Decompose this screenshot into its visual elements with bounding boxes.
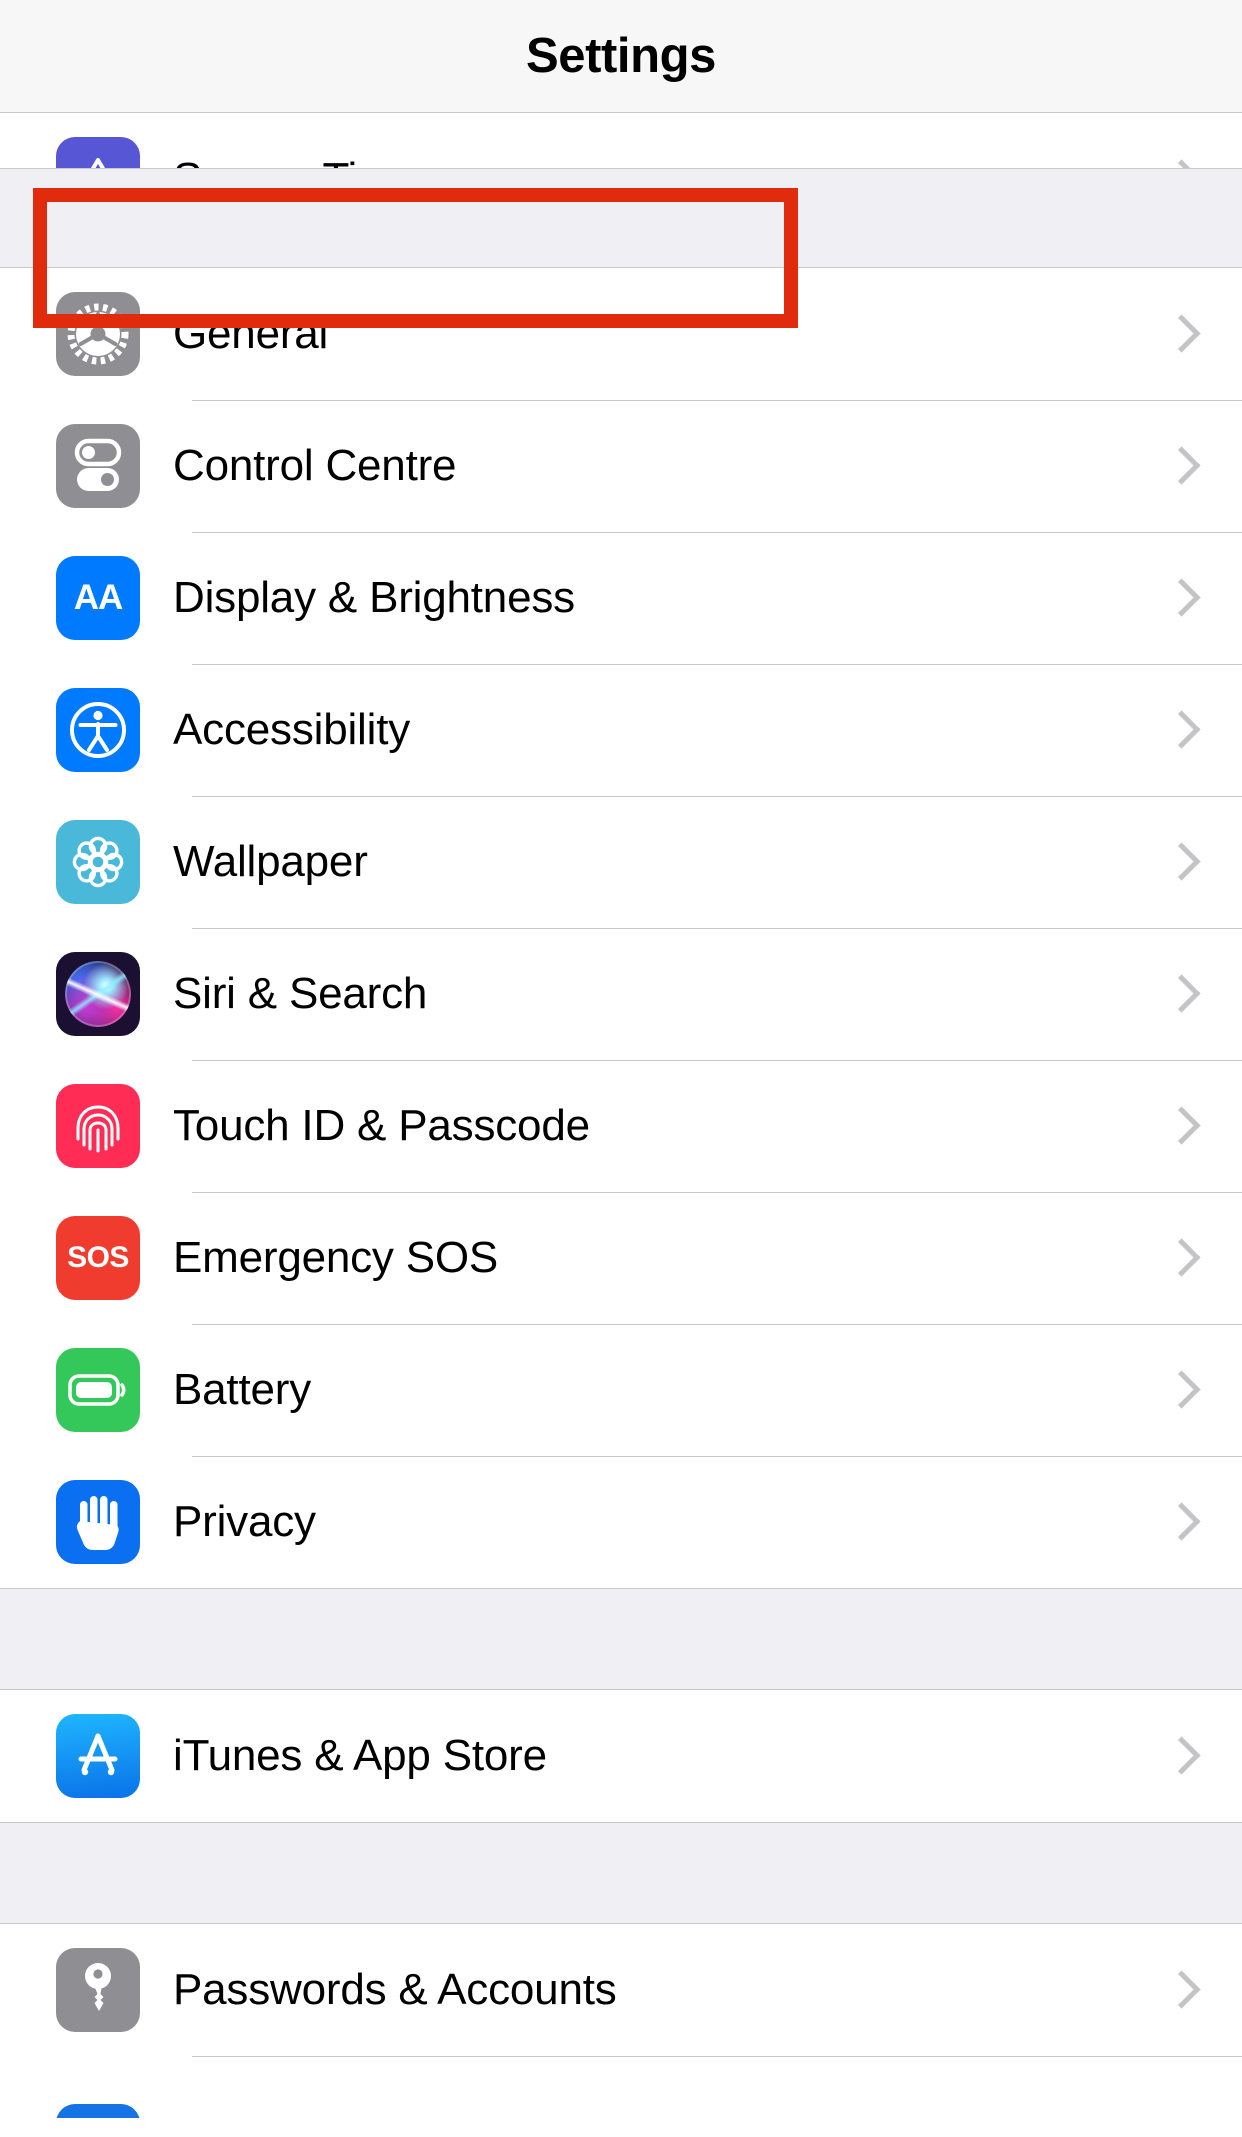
section-gap bbox=[0, 168, 1242, 268]
list-item-label: Control Centre bbox=[173, 441, 457, 490]
list-item-privacy[interactable]: Privacy bbox=[0, 1456, 1242, 1588]
list-item-emergency-sos[interactable]: SOS Emergency SOS bbox=[0, 1192, 1242, 1324]
list-item-label: Privacy bbox=[173, 1497, 316, 1546]
list-item-label: Siri & Search bbox=[173, 969, 428, 1018]
section-gap bbox=[0, 1822, 1242, 1924]
chevron-right-icon bbox=[1168, 159, 1190, 168]
list-item-accessibility[interactable]: Accessibility bbox=[0, 664, 1242, 796]
list-item-label: Emergency SOS bbox=[173, 1233, 499, 1282]
list-item-touch-id-passcode[interactable]: Touch ID & Passcode bbox=[0, 1060, 1242, 1192]
chevron-right-icon bbox=[1168, 710, 1190, 750]
control-centre-icon bbox=[56, 424, 140, 508]
settings-group-accounts: Passwords & Accounts Mail bbox=[0, 1924, 1242, 2118]
list-item-label: Battery bbox=[173, 1365, 311, 1414]
chevron-right-icon bbox=[1168, 974, 1190, 1014]
list-item-siri-search[interactable]: Siri & Search bbox=[0, 928, 1242, 1060]
list-item-display-brightness[interactable]: AA Display & Brightness bbox=[0, 532, 1242, 664]
privacy-hand-icon bbox=[56, 1480, 140, 1564]
chevron-right-icon bbox=[1168, 314, 1190, 354]
section-gap bbox=[0, 1588, 1242, 1690]
list-item-label: Display & Brightness bbox=[173, 573, 575, 622]
display-brightness-icon: AA bbox=[56, 556, 140, 640]
chevron-right-icon bbox=[1168, 842, 1190, 882]
siri-orb bbox=[65, 961, 131, 1027]
chevron-right-icon bbox=[1168, 1736, 1190, 1776]
list-item-battery[interactable]: Battery bbox=[0, 1324, 1242, 1456]
list-item-mail[interactable]: Mail bbox=[0, 2056, 1242, 2118]
list-item-general[interactable]: General bbox=[0, 268, 1242, 400]
list-item-label: Touch ID & Passcode bbox=[173, 1101, 590, 1150]
chevron-right-icon bbox=[1168, 578, 1190, 618]
chevron-right-icon bbox=[1168, 1970, 1190, 2010]
battery-icon bbox=[56, 1348, 140, 1432]
siri-icon bbox=[56, 952, 140, 1036]
list-item-label: General bbox=[173, 309, 329, 358]
list-item-passwords-accounts[interactable]: Passwords & Accounts bbox=[0, 1924, 1242, 2056]
page-title: Settings bbox=[525, 29, 717, 83]
aa-glyph: AA bbox=[73, 578, 124, 617]
settings-group-system: General Control Centre AA Display & Brig… bbox=[0, 268, 1242, 1588]
list-item-label: Accessibility bbox=[173, 705, 411, 754]
sos-glyph: SOS bbox=[67, 1241, 129, 1274]
chevron-right-icon bbox=[1168, 1106, 1190, 1146]
gear-icon bbox=[56, 292, 140, 376]
list-item-label: Wallpaper bbox=[173, 837, 368, 886]
list-item-label: Screen Time bbox=[173, 154, 1168, 168]
key-icon bbox=[56, 1948, 140, 2032]
accessibility-icon bbox=[56, 688, 140, 772]
chevron-right-icon bbox=[1168, 1370, 1190, 1410]
screen-time-icon bbox=[56, 137, 140, 168]
chevron-right-icon bbox=[1168, 446, 1190, 486]
wallpaper-icon bbox=[56, 820, 140, 904]
sos-icon: SOS bbox=[56, 1216, 140, 1300]
app-store-icon bbox=[56, 1714, 140, 1798]
settings-screen: Settings Screen Time bbox=[0, 0, 1242, 2137]
list-item-itunes-app-store[interactable]: iTunes & App Store bbox=[0, 1690, 1242, 1822]
list-item-control-centre[interactable]: Control Centre bbox=[0, 400, 1242, 532]
chevron-right-icon bbox=[1168, 1502, 1190, 1542]
list-item-wallpaper[interactable]: Wallpaper bbox=[0, 796, 1242, 928]
settings-group-store: iTunes & App Store bbox=[0, 1690, 1242, 1822]
chevron-right-icon bbox=[1168, 1238, 1190, 1278]
list-item-screen-time[interactable]: Screen Time bbox=[0, 113, 1242, 168]
touch-id-icon bbox=[56, 1084, 140, 1168]
list-item-label: Passwords & Accounts bbox=[173, 1965, 617, 2014]
navigation-bar: Settings bbox=[0, 0, 1242, 113]
mail-icon bbox=[56, 2104, 140, 2118]
list-item-label: iTunes & App Store bbox=[173, 1731, 547, 1780]
